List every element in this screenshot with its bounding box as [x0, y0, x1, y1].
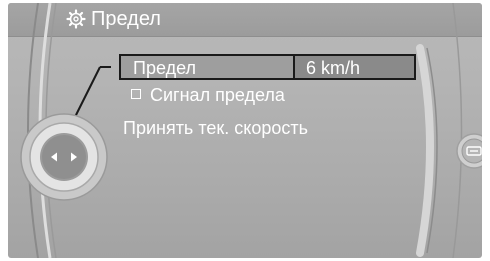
controller-dial[interactable]: [20, 113, 108, 201]
signal-limit-item[interactable]: Сигнал предела: [150, 84, 285, 106]
options-button[interactable]: [456, 133, 482, 169]
accept-speed-item[interactable]: Принять тек. скорость: [123, 117, 308, 139]
idrive-screen: Предел Предел 6 km/h Сигнал предела Прин…: [0, 0, 490, 261]
limit-row-divider: [293, 56, 295, 78]
display-panel: Предел Предел 6 km/h Сигнал предела Прин…: [8, 3, 482, 258]
limit-label: Предел: [133, 58, 196, 78]
limit-row[interactable]: Предел 6 km/h: [119, 54, 416, 80]
page-title: Предел: [91, 8, 161, 30]
gear-icon: [66, 9, 86, 29]
signal-checkbox[interactable]: [131, 89, 141, 99]
limit-value: 6 km/h: [306, 58, 361, 78]
